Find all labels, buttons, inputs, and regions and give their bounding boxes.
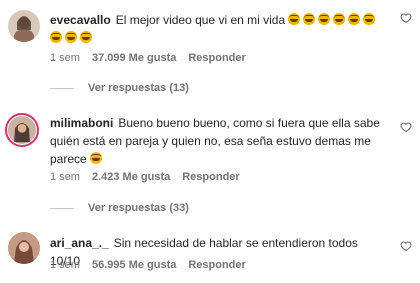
comment-body: evecavallo El mejor video que vi en mi vi…	[50, 11, 390, 47]
comment-body: milimaboni Bueno bueno bueno, como si fue…	[50, 114, 390, 168]
comment-time: 1 sem	[50, 171, 80, 183]
comment-likes[interactable]: 2.423 Me gusta	[92, 171, 170, 183]
comment-time: 1 sem	[50, 259, 80, 271]
laughing-emoji-icon	[50, 31, 95, 45]
avatar[interactable]	[8, 232, 40, 264]
heart-outline-icon[interactable]	[400, 12, 412, 24]
comment-meta: 1 sem 56.995 Me gusta Responder	[50, 259, 246, 271]
comment-username[interactable]: milimaboni	[50, 116, 113, 130]
comment-meta: 1 sem 37.099 Me gusta Responder	[50, 52, 246, 64]
laughing-emoji-icon	[90, 152, 105, 166]
comment-time: 1 sem	[50, 52, 80, 64]
view-replies-button[interactable]: Ver respuestas (13)	[50, 82, 189, 94]
replies-divider	[50, 207, 74, 209]
reply-button[interactable]: Responder	[182, 171, 239, 183]
comment-text: El mejor video que vi en mi vida	[115, 13, 286, 27]
comment-likes[interactable]: 37.099 Me gusta	[92, 52, 176, 64]
comment-likes[interactable]: 56.995 Me gusta	[92, 259, 176, 271]
reply-button[interactable]: Responder	[188, 52, 245, 64]
avatar[interactable]	[8, 10, 40, 42]
comment-meta: 1 sem 2.423 Me gusta Responder	[50, 171, 240, 183]
view-replies-label: Ver respuestas (13)	[88, 82, 189, 94]
replies-divider	[50, 87, 74, 89]
comment-username[interactable]: ari_ana_._	[50, 236, 109, 250]
reply-button[interactable]: Responder	[188, 259, 245, 271]
view-replies-button[interactable]: Ver respuestas (33)	[50, 202, 189, 214]
heart-outline-icon[interactable]	[400, 240, 412, 252]
comment-username[interactable]: evecavallo	[50, 13, 111, 27]
laughing-emoji-icon	[288, 13, 378, 27]
heart-outline-icon[interactable]	[400, 121, 412, 133]
avatar[interactable]	[5, 113, 39, 147]
view-replies-label: Ver respuestas (33)	[88, 202, 189, 214]
